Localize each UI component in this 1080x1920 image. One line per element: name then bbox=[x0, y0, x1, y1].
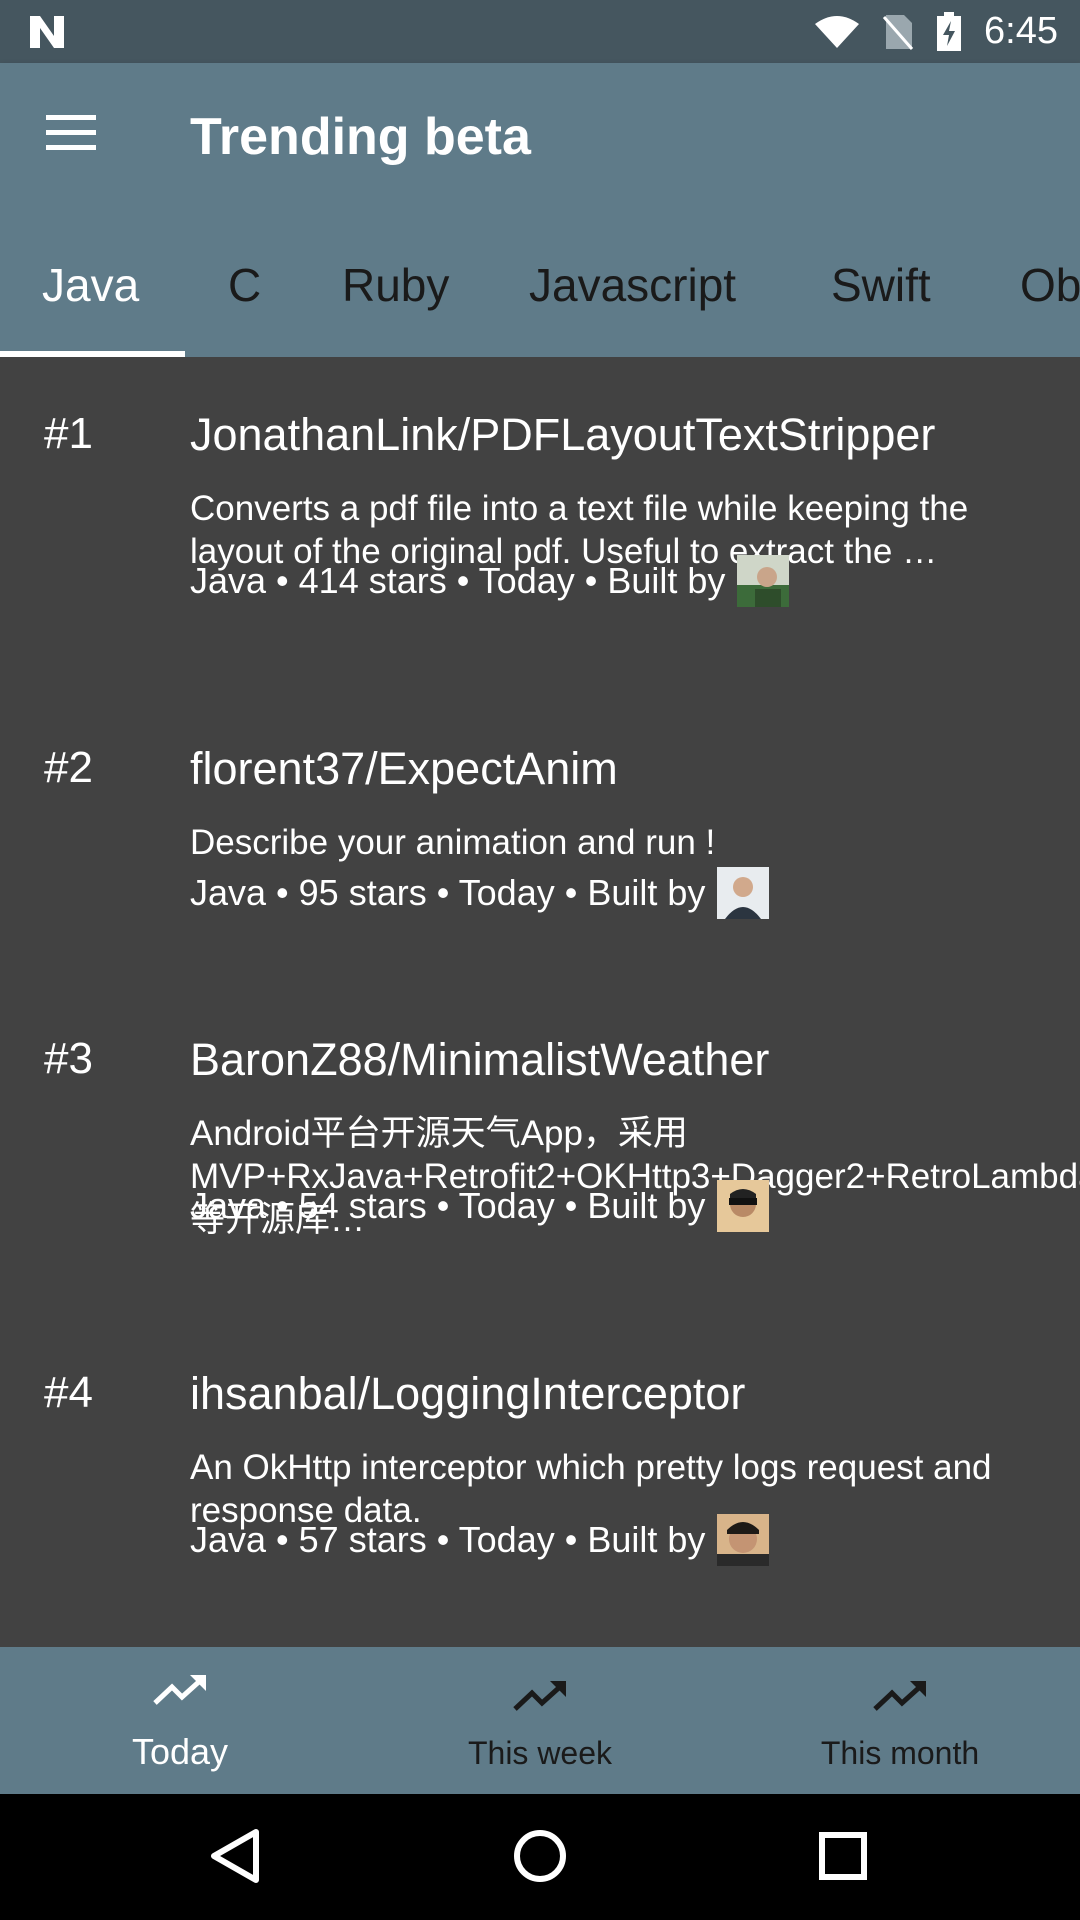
tab-java[interactable]: Java bbox=[42, 210, 139, 357]
repo-meta: Java • 414 stars • Today • Built by bbox=[190, 555, 790, 607]
avatar[interactable] bbox=[737, 555, 790, 607]
repo-meta: Java • 57 stars • Today • Built by bbox=[190, 1514, 770, 1566]
page-title: Trending beta bbox=[190, 108, 531, 166]
battery-charging-icon bbox=[937, 11, 962, 51]
n-logo-icon bbox=[30, 16, 64, 48]
repo-name[interactable]: JonathanLink/PDFLayoutTextStripper bbox=[190, 409, 935, 461]
back-icon[interactable] bbox=[204, 1824, 268, 1888]
nav-label-this-week: This week bbox=[467, 1735, 613, 1771]
repo-meta-text: Java • 57 stars • Today • Built by bbox=[190, 1519, 706, 1560]
system-nav-bar bbox=[0, 1794, 1080, 1920]
repo-rank: #2 bbox=[44, 743, 93, 792]
repo-meta: Java • 95 stars • Today • Built by bbox=[190, 867, 770, 919]
recents-icon[interactable] bbox=[811, 1824, 875, 1888]
nav-label-this-month: This month bbox=[820, 1735, 980, 1771]
wifi-icon bbox=[815, 15, 860, 48]
menu-icon[interactable] bbox=[46, 115, 98, 155]
tab-objc[interactable]: Obj bbox=[1020, 210, 1080, 357]
tab-javascript[interactable]: Javascript bbox=[529, 210, 736, 357]
nav-today[interactable]: Today bbox=[0, 1647, 360, 1794]
home-icon[interactable] bbox=[508, 1824, 572, 1888]
trending-up-icon bbox=[513, 1681, 566, 1711]
trending-up-icon bbox=[873, 1681, 926, 1711]
repo-rank: #1 bbox=[44, 409, 93, 458]
repo-rank: #3 bbox=[44, 1034, 93, 1083]
nav-label-today: Today bbox=[131, 1731, 229, 1772]
repo-list[interactable]: #1 JonathanLink/PDFLayoutTextStripper Co… bbox=[0, 357, 1080, 1647]
tab-ruby[interactable]: Ruby bbox=[342, 210, 449, 357]
repo-description: Describe your animation and run ! bbox=[190, 823, 716, 862]
repo-name[interactable]: florent37/ExpectAnim bbox=[190, 743, 618, 795]
repo-name[interactable]: ihsanbal/LoggingInterceptor bbox=[190, 1368, 745, 1420]
status-icons: 6:45 bbox=[814, 0, 1058, 63]
nav-this-month[interactable]: This month bbox=[720, 1647, 1080, 1794]
repo-meta-text: Java • 54 stars • Today • Built by bbox=[190, 1185, 706, 1226]
repo-name[interactable]: BaronZ88/MinimalistWeather bbox=[190, 1034, 769, 1086]
trending-up-icon bbox=[153, 1675, 206, 1705]
tab-swift[interactable]: Swift bbox=[831, 210, 931, 357]
bottom-navigation: Today This week This month bbox=[0, 1647, 1080, 1794]
nav-this-week[interactable]: This week bbox=[360, 1647, 720, 1794]
no-sim-icon bbox=[882, 14, 914, 50]
repo-meta: Java • 54 stars • Today • Built by bbox=[190, 1180, 770, 1232]
repo-rank: #4 bbox=[44, 1368, 93, 1417]
status-time: 6:45 bbox=[984, 10, 1058, 52]
tab-c[interactable]: C bbox=[228, 210, 261, 357]
language-tabs: Java C Ruby Javascript Swift Obj bbox=[0, 210, 1080, 357]
repo-meta-text: Java • 95 stars • Today • Built by bbox=[190, 872, 706, 913]
avatar[interactable] bbox=[717, 867, 770, 919]
repo-meta-text: Java • 414 stars • Today • Built by bbox=[190, 560, 726, 601]
app-bar: Trending beta bbox=[0, 63, 1080, 210]
status-bar: 6:45 bbox=[0, 0, 1080, 63]
avatar[interactable] bbox=[717, 1514, 770, 1566]
avatar[interactable] bbox=[717, 1180, 770, 1232]
